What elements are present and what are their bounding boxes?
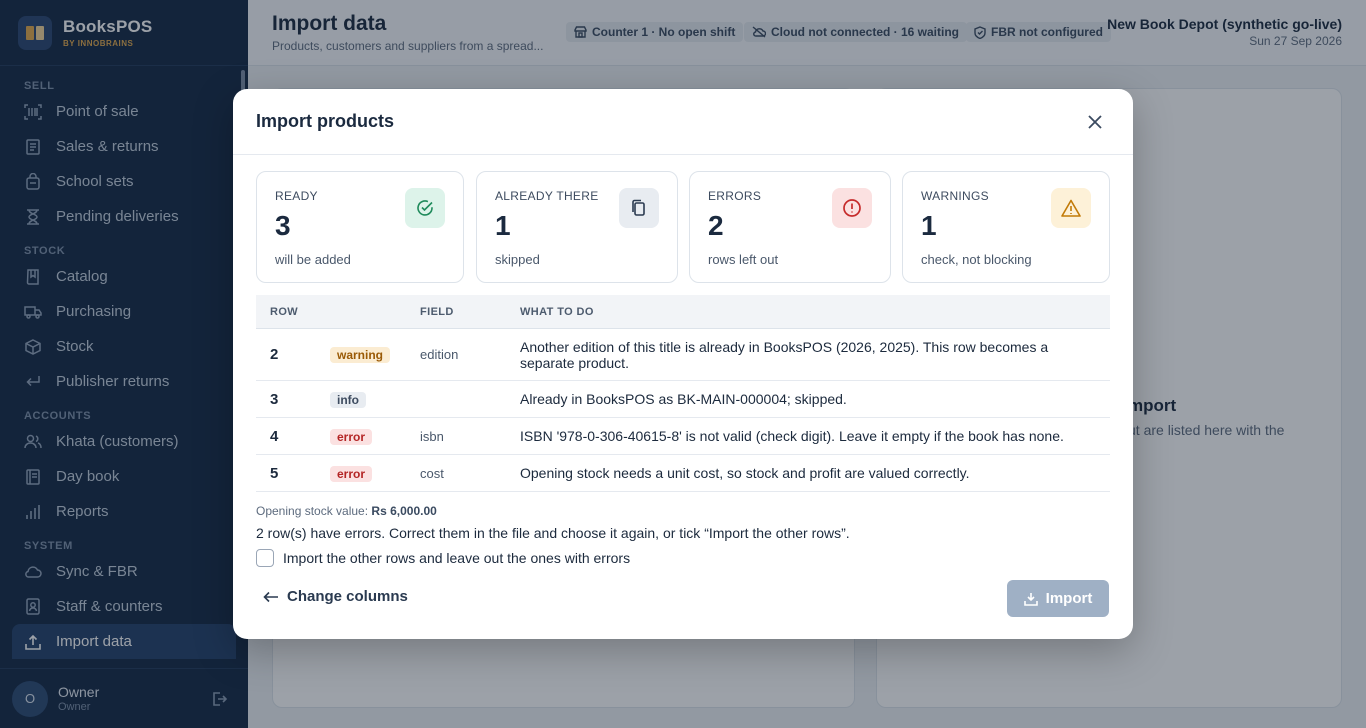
issues-table-header: ROW FIELD WHAT TO DO — [256, 295, 1110, 329]
col-field-header: FIELD — [420, 305, 454, 318]
close-icon[interactable] — [1083, 110, 1107, 134]
row-message: Opening stock needs a unit cost, so stoc… — [520, 465, 970, 481]
opening-stock-amount: Rs 6,000.00 — [371, 504, 437, 518]
stat-ready-note: will be added — [275, 252, 351, 267]
import-other-rows-option[interactable]: Import the other rows and leave out the … — [256, 549, 630, 567]
row-number: 3 — [270, 390, 279, 408]
import-other-rows-checkbox[interactable] — [256, 549, 274, 567]
warning-triangle-icon — [1051, 188, 1091, 228]
level-badge: info — [330, 391, 366, 408]
stat-errors-label: ERRORS — [708, 189, 762, 203]
row-message: Another edition of this title is already… — [520, 338, 1049, 371]
col-row-header: ROW — [270, 305, 299, 318]
stat-already-note: skipped — [495, 252, 540, 267]
stat-warnings-label: WARNINGS — [921, 189, 989, 203]
row-field: edition — [420, 347, 459, 362]
stat-warnings: WARNINGS 1 check, not blocking — [902, 171, 1110, 283]
error-note: 2 row(s) have errors. Correct them in th… — [256, 525, 850, 541]
modal-title: Import products — [256, 111, 394, 131]
stat-errors: ERRORS 2 rows left out — [689, 171, 891, 283]
row-number: 4 — [270, 427, 279, 445]
stat-errors-note: rows left out — [708, 252, 779, 267]
row-level: error — [316, 428, 420, 445]
arrow-left-icon — [263, 591, 279, 603]
issues-table: ROW FIELD WHAT TO DO 2 warning edition Anot… — [256, 295, 1110, 492]
stat-already-value: 1 — [495, 210, 511, 241]
stat-already-label: ALREADY THERE — [495, 189, 599, 203]
import-label: Import — [1045, 590, 1093, 607]
row-field: isbn — [420, 428, 444, 444]
row-number: 2 — [270, 346, 279, 363]
issues-table-body: 2 warning edition Another edition of this t… — [256, 329, 1110, 492]
stat-ready: READY 3 will be added — [256, 171, 464, 283]
level-badge: error — [330, 465, 373, 482]
table-row: 2 warning edition Another edition of this t… — [256, 329, 1110, 381]
stat-warnings-value: 1 — [921, 210, 937, 241]
row-message: ISBN '978-0-306-40615-8' is not valid (c… — [520, 428, 1064, 444]
copy-icon — [619, 188, 659, 228]
table-row: 5 error cost Opening stock needs a unit cos… — [256, 455, 1110, 492]
import-button[interactable]: Import — [1007, 580, 1109, 617]
change-columns-button[interactable]: Change columns — [263, 588, 408, 605]
table-row: 3 info Already in BooksPOS as BK-MAIN-0000… — [256, 381, 1110, 418]
import-other-rows-label: Import the other rows and leave out the … — [283, 550, 631, 566]
level-badge: warning — [330, 347, 391, 363]
check-circle-icon — [405, 188, 445, 228]
row-level: error — [316, 465, 420, 482]
row-field: cost — [420, 465, 444, 481]
opening-stock-value: Opening stock value: Rs 6,000.00 — [256, 504, 437, 518]
import-summary: READY 3 will be added ALREADY THERE 1 sk… — [256, 171, 1110, 283]
stat-ready-value: 3 — [275, 210, 291, 241]
row-message: Already in BooksPOS as BK-MAIN-000004; s… — [520, 391, 847, 407]
opening-stock-label: Opening stock value: — [256, 504, 369, 518]
modal-header: Import products — [233, 89, 1133, 155]
import-products-modal: Import products READY 3 will be added AL… — [233, 89, 1133, 639]
change-columns-label: Change columns — [287, 588, 408, 605]
table-row: 4 error isbn ISBN '978-0-306-40615-8' is no… — [256, 418, 1110, 455]
row-level: warning — [316, 346, 420, 363]
stat-ready-label: READY — [275, 189, 318, 203]
stat-already-there: ALREADY THERE 1 skipped — [476, 171, 678, 283]
col-what-header: WHAT TO DO — [520, 305, 594, 318]
level-badge: error — [330, 428, 373, 445]
stat-warnings-note: check, not blocking — [921, 252, 1032, 267]
import-icon — [1023, 592, 1038, 606]
row-number: 5 — [270, 464, 279, 482]
row-level: info — [316, 391, 420, 408]
alert-circle-icon — [832, 188, 872, 228]
stat-errors-value: 2 — [708, 210, 724, 241]
